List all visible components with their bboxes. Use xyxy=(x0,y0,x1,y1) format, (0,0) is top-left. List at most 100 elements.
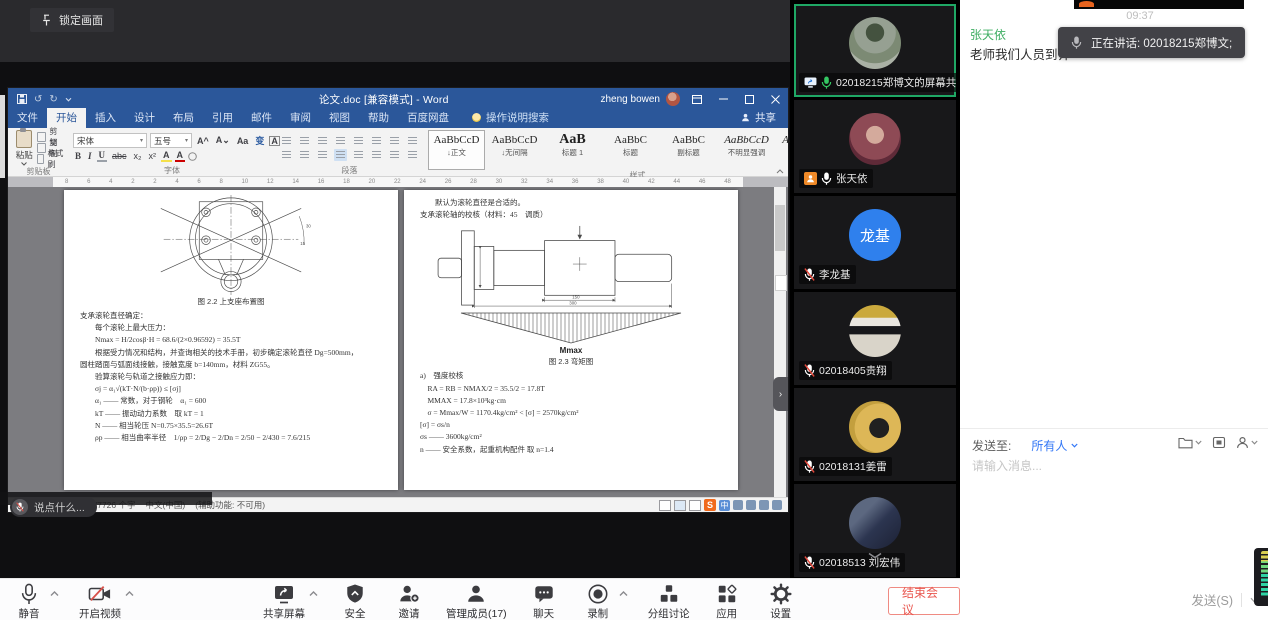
screenshot-button[interactable] xyxy=(1212,436,1226,449)
borders-button[interactable] xyxy=(406,149,419,161)
increase-indent-button[interactable] xyxy=(352,135,365,147)
send-button[interactable]: 发送(S) xyxy=(1191,590,1233,609)
end-meeting-button[interactable]: 结束会议 xyxy=(888,587,960,615)
tell-me-search[interactable]: 操作说明搜索 xyxy=(472,110,549,128)
menu-tab[interactable]: 帮助 xyxy=(359,108,398,128)
horizontal-ruler[interactable]: 8642246810121416182022242628303234363840… xyxy=(8,177,788,187)
invite-button[interactable]: 邀请 xyxy=(392,583,426,620)
font-name-select[interactable]: 宋体▾ xyxy=(73,133,147,148)
strikethrough-button[interactable]: abc xyxy=(110,151,129,161)
align-right-button[interactable] xyxy=(316,149,329,161)
multilevel-list-button[interactable] xyxy=(316,135,329,147)
panel-expander-tab[interactable]: › xyxy=(773,377,788,411)
chat-button[interactable]: 聊天 xyxy=(527,583,561,620)
undo-icon[interactable]: ↺ xyxy=(34,94,42,105)
tab-file[interactable]: 文件 xyxy=(8,108,47,128)
mute-options-caret[interactable] xyxy=(50,583,59,597)
ime-mic-icon[interactable] xyxy=(733,500,743,510)
save-icon[interactable] xyxy=(17,94,27,104)
ribbon-display-options-button[interactable] xyxy=(684,88,710,110)
decrease-indent-button[interactable] xyxy=(334,135,347,147)
mention-button[interactable] xyxy=(1236,436,1258,449)
record-options-caret[interactable] xyxy=(619,583,628,597)
grow-font-button[interactable]: A^ xyxy=(195,136,211,146)
scrollbar-page-box[interactable] xyxy=(775,275,787,291)
manage-members-button[interactable]: 管理成员(17) xyxy=(446,583,507,620)
minimize-button[interactable] xyxy=(710,88,736,110)
distribute-button[interactable] xyxy=(352,149,365,161)
align-left-button[interactable] xyxy=(280,149,293,161)
video-options-caret[interactable] xyxy=(125,583,134,597)
enclose-char-button[interactable] xyxy=(188,152,197,161)
security-button[interactable]: 安全 xyxy=(338,583,372,620)
style-chip[interactable]: AaB 标题 1 xyxy=(544,130,601,170)
style-chip[interactable]: AaBbCcD ↓无间隔 xyxy=(486,130,543,170)
close-button[interactable] xyxy=(762,88,788,110)
style-chip[interactable]: AaBbCcD 不明显强调 xyxy=(718,130,775,170)
tile-guixiang[interactable]: 02018405贵翔 xyxy=(794,292,956,385)
menu-tab[interactable]: 设计 xyxy=(125,108,164,128)
menu-tab[interactable]: 审阅 xyxy=(281,108,320,128)
shrink-font-button[interactable]: A⌄ xyxy=(214,135,232,146)
word-account[interactable]: zheng bowen xyxy=(601,92,685,106)
breakout-rooms-button[interactable]: 分组讨论 xyxy=(648,583,690,620)
share-options-caret[interactable] xyxy=(309,583,318,597)
ime-toolbox-icon[interactable] xyxy=(772,500,782,510)
collapse-ribbon-button[interactable] xyxy=(776,169,784,174)
bullets-button[interactable] xyxy=(280,135,293,147)
scrollbar-thumb[interactable] xyxy=(775,205,785,251)
tile-lilongji[interactable]: 龙基 李龙基 xyxy=(794,196,956,289)
change-case-button[interactable]: Aa xyxy=(235,136,251,146)
asian-layout-button[interactable] xyxy=(370,135,383,147)
shading-button[interactable] xyxy=(388,149,401,161)
share-screen-button[interactable]: 共享屏幕 xyxy=(263,583,305,620)
phonetic-guide-button[interactable]: 变 xyxy=(253,134,266,147)
font-size-select[interactable]: 五号▾ xyxy=(150,133,192,148)
tile-zhangtianyi[interactable]: 张天依 xyxy=(794,100,956,193)
web-layout-icon[interactable] xyxy=(689,500,701,511)
mute-button[interactable]: 静音 xyxy=(12,583,46,620)
qat-caret-icon[interactable] xyxy=(65,97,72,102)
read-mode-icon[interactable] xyxy=(659,500,671,511)
superscript-button[interactable]: x² xyxy=(147,151,159,161)
menu-tab[interactable]: 视图 xyxy=(320,108,359,128)
subscript-button[interactable]: x₂ xyxy=(132,151,144,161)
align-center-button[interactable] xyxy=(298,149,311,161)
redo-icon[interactable]: ↻ xyxy=(49,94,57,105)
menu-tab[interactable]: 百度网盘 xyxy=(398,108,458,128)
justify-button[interactable] xyxy=(334,149,347,161)
bold-button[interactable]: B xyxy=(73,151,83,161)
show-marks-button[interactable] xyxy=(406,135,419,147)
highlight-color-button[interactable]: A xyxy=(161,150,172,162)
scroll-down-icon[interactable] xyxy=(867,552,883,559)
style-chip[interactable]: AaBbC 标题 xyxy=(602,130,659,170)
record-button[interactable]: 录制 xyxy=(581,583,615,620)
print-layout-icon[interactable] xyxy=(674,500,686,511)
font-color-button[interactable]: A xyxy=(175,150,186,162)
tile-jianglei[interactable]: 02018131姜雷 xyxy=(794,388,956,481)
format-painter-button[interactable]: 格式刷 xyxy=(37,154,65,165)
menu-tab[interactable]: 邮件 xyxy=(242,108,281,128)
tab-home[interactable]: 开始 xyxy=(47,108,86,128)
apps-button[interactable]: 应用 xyxy=(710,583,744,620)
word-vertical-scrollbar[interactable] xyxy=(774,187,786,497)
sort-button[interactable] xyxy=(388,135,401,147)
underline-button[interactable]: U xyxy=(97,150,108,162)
tile-liuhongwei[interactable]: 02018513 刘宏伟 xyxy=(794,484,956,577)
word-share-button[interactable]: 共享 xyxy=(729,110,788,128)
style-chip[interactable]: AaBbC 副标题 xyxy=(660,130,717,170)
ime-emoji-icon[interactable] xyxy=(746,500,756,510)
ime-language-icon[interactable]: 中 xyxy=(719,500,730,511)
menu-tab[interactable]: 布局 xyxy=(164,108,203,128)
sogou-ime-icon[interactable]: S xyxy=(704,499,716,511)
tile-zhengbowen-share[interactable]: 02018215郑博文的屏幕共享 xyxy=(794,4,956,97)
line-spacing-button[interactable] xyxy=(370,149,383,161)
file-attach-button[interactable] xyxy=(1178,436,1202,449)
restore-button[interactable] xyxy=(736,88,762,110)
ime-keyboard-icon[interactable] xyxy=(759,500,769,510)
chat-sender-name[interactable]: 张天依 xyxy=(970,26,1006,43)
menu-tab[interactable]: 插入 xyxy=(86,108,125,128)
start-video-button[interactable]: 开启视频 xyxy=(79,583,121,620)
menu-tab[interactable]: 引用 xyxy=(203,108,242,128)
pin-view-button[interactable]: 锁定画面 xyxy=(30,8,114,32)
